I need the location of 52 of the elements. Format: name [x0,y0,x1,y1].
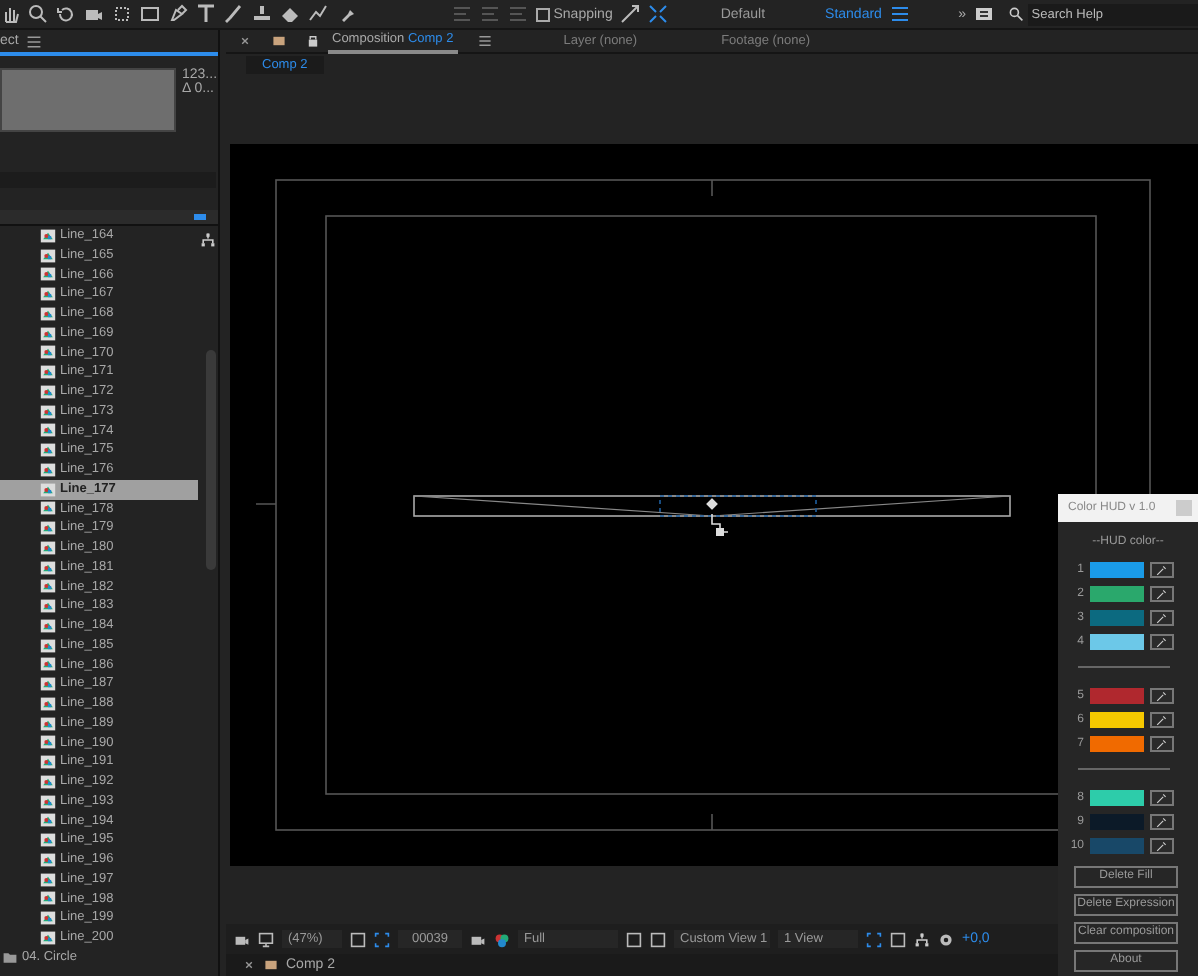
menu-icon[interactable] [889,4,910,24]
rectangle-icon[interactable] [140,4,160,24]
eyedropper-button[interactable] [1150,790,1174,806]
anchor-point-icon[interactable] [705,497,729,536]
eyedropper-button[interactable] [1150,562,1174,578]
eyedropper-button[interactable] [1150,814,1174,830]
eyedropper-button[interactable] [1150,610,1174,626]
color-swatch[interactable] [1090,610,1144,626]
brush-icon[interactable] [224,4,244,24]
close-icon[interactable] [242,958,256,972]
color-swatch[interactable] [1090,814,1144,830]
sort-indicator [194,214,206,220]
color-swatch[interactable] [1090,562,1144,578]
channel-icon[interactable] [494,931,510,947]
search-icon [1008,6,1024,22]
layer-icon [40,227,56,244]
panel-icon[interactable] [974,4,994,24]
pen-icon[interactable] [168,4,188,24]
scrollbar[interactable] [206,350,216,570]
folder-icon [2,949,18,966]
snapshot-icon[interactable] [470,931,486,947]
color-swatch[interactable] [1090,790,1144,806]
text-tool-icon[interactable] [196,4,216,24]
magnifier-icon[interactable] [28,4,48,24]
color-swatch[interactable] [1090,688,1144,704]
menu-icon[interactable] [477,34,492,48]
settings-icon[interactable] [938,931,954,947]
lock-icon[interactable] [306,34,320,48]
color-swatch[interactable] [1090,838,1144,854]
line-shape[interactable] [413,495,1011,517]
label-icon [272,34,286,48]
eyedropper-button[interactable] [1150,712,1174,728]
label-icon [264,958,278,972]
stamp-icon[interactable] [252,4,272,24]
color-swatch[interactable] [1090,712,1144,728]
monitor-icon[interactable] [258,931,274,947]
eyedropper-button[interactable] [1150,736,1174,752]
flowchart-icon[interactable] [200,232,216,248]
region-icon[interactable] [374,931,390,947]
menu-icon[interactable] [25,33,42,49]
rotate-icon[interactable] [56,4,76,24]
camera-icon[interactable] [84,4,104,24]
eyedropper-button[interactable] [1150,634,1174,650]
flowchart-icon[interactable] [914,931,930,947]
color-swatch[interactable] [1090,634,1144,650]
color-swatch[interactable] [1090,586,1144,602]
eyedropper-button[interactable] [1150,586,1174,602]
close-icon[interactable] [238,34,252,48]
color-swatch[interactable] [1090,736,1144,752]
eyedropper-button[interactable] [1150,838,1174,854]
eyedropper-button[interactable] [1150,688,1174,704]
hand-icon[interactable] [0,4,20,24]
